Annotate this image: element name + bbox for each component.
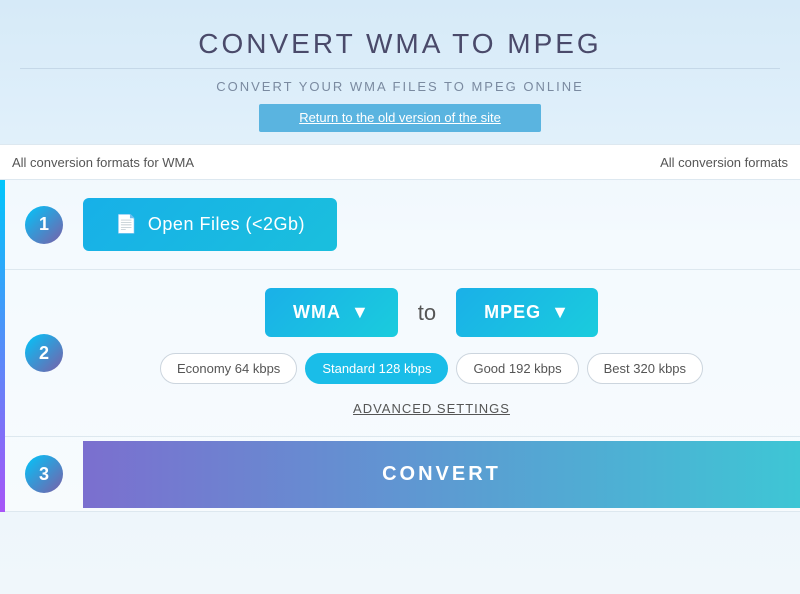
return-link-bar[interactable]: Return to the old version of the site: [259, 104, 541, 132]
format-row: WMA ▼ to MPEG ▼: [265, 288, 598, 337]
return-link[interactable]: Return to the old version of the site: [299, 110, 501, 125]
step1-content: 📄 Open Files (<2Gb): [83, 198, 780, 251]
page-title: CONVERT WMA TO MPEG: [20, 28, 780, 60]
step3-row: 3 CONVERT: [5, 437, 800, 512]
open-files-button[interactable]: 📄 Open Files (<2Gb): [83, 198, 337, 251]
quality-row: Economy 64 kbps Standard 128 kbps Good 1…: [160, 353, 703, 384]
file-icon: 📄: [115, 214, 138, 235]
to-format-chevron: ▼: [551, 302, 570, 323]
step2-inner: 2 WMA ▼ to MPEG ▼ Economy: [25, 288, 780, 418]
quality-economy[interactable]: Economy 64 kbps: [160, 353, 297, 384]
step3-badge: 3: [25, 455, 63, 493]
header: CONVERT WMA TO MPEG CONVERT YOUR WMA FIL…: [0, 0, 800, 144]
step1-row: 1 📄 Open Files (<2Gb): [5, 180, 800, 270]
quality-best[interactable]: Best 320 kbps: [587, 353, 703, 384]
steps-wrapper: 1 📄 Open Files (<2Gb) 2 WMA ▼: [0, 180, 800, 512]
convert-button[interactable]: CONVERT: [83, 441, 800, 508]
to-format-label: MPEG: [484, 302, 541, 323]
from-format-label: WMA: [293, 302, 341, 323]
nav-bar: All conversion formats for WMA All conve…: [0, 144, 800, 180]
step2-content: WMA ▼ to MPEG ▼ Economy 64 kbps Standard…: [83, 288, 780, 418]
advanced-settings-row: ADVANCED SETTINGS: [83, 400, 780, 418]
quality-standard[interactable]: Standard 128 kbps: [305, 353, 448, 384]
from-format-button[interactable]: WMA ▼: [265, 288, 398, 337]
from-format-chevron: ▼: [351, 302, 370, 323]
to-text: to: [418, 300, 436, 326]
steps-inner: 1 📄 Open Files (<2Gb) 2 WMA ▼: [5, 180, 800, 512]
advanced-settings-link[interactable]: ADVANCED SETTINGS: [353, 401, 510, 416]
step2-row: 2 WMA ▼ to MPEG ▼ Economy: [5, 270, 800, 437]
step1-badge: 1: [25, 206, 63, 244]
header-subtitle: CONVERT YOUR WMA FILES TO MPEG ONLINE: [20, 79, 780, 94]
quality-good[interactable]: Good 192 kbps: [456, 353, 578, 384]
open-files-label: Open Files (<2Gb): [148, 214, 305, 235]
nav-right-label[interactable]: All conversion formats: [660, 155, 788, 170]
nav-left-label[interactable]: All conversion formats for WMA: [12, 155, 660, 170]
header-divider: [20, 68, 780, 69]
to-format-button[interactable]: MPEG ▼: [456, 288, 598, 337]
step2-badge: 2: [25, 334, 63, 372]
